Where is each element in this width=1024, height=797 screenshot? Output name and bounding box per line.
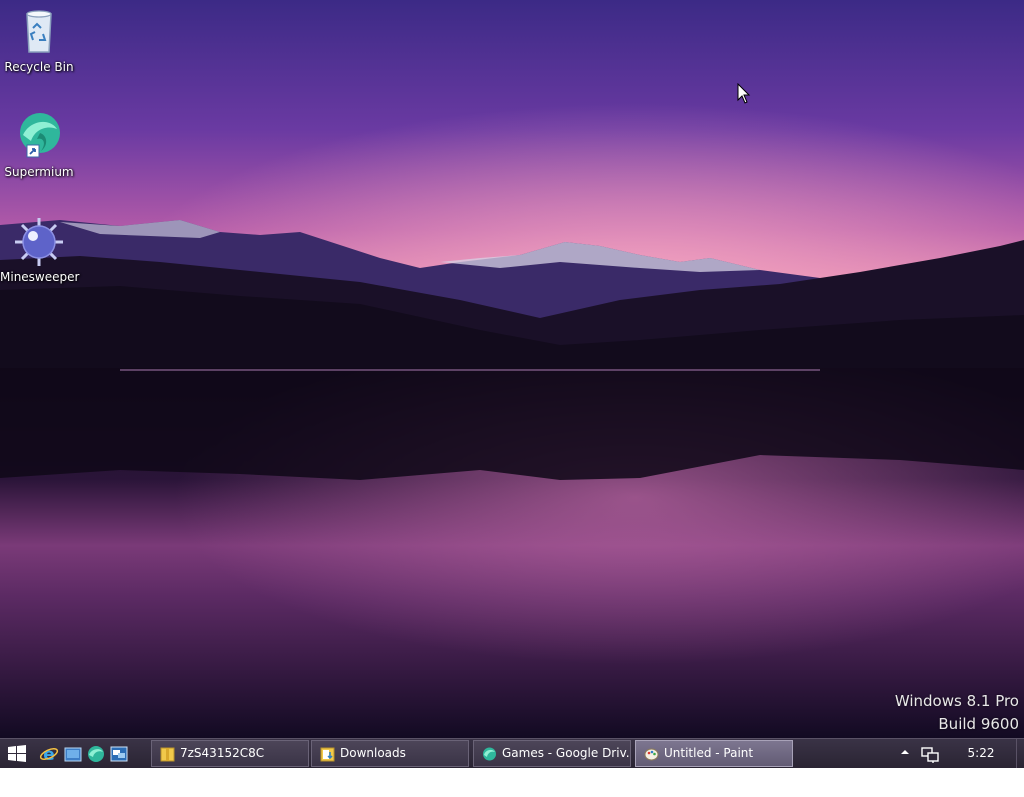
desktop-icon-label: Recycle Bin xyxy=(4,60,74,74)
internet-explorer-icon[interactable]: e xyxy=(39,744,59,764)
taskbar-button-untitled-paint[interactable]: Untitled - Paint xyxy=(635,740,793,767)
desktop[interactable]: Recycle Bin Supermium Minesweeper Window… xyxy=(0,0,1024,738)
supermium-icon xyxy=(20,113,60,158)
desktop-icon-recycle-bin[interactable]: Recycle Bin xyxy=(0,6,78,74)
taskbar-button-7zip-folder[interactable]: 7zS43152C8C xyxy=(151,740,309,767)
task-label: Games - Google Driv... xyxy=(502,746,631,760)
svg-text:e: e xyxy=(43,745,55,764)
paint-icon xyxy=(644,748,659,761)
windows-version-watermark: Windows 8.1 Pro Build 9600 xyxy=(895,690,1019,736)
folder-zip-icon xyxy=(160,747,175,762)
desktop-icon-minesweeper[interactable]: Minesweeper xyxy=(0,216,80,284)
window-switcher-icon[interactable] xyxy=(109,744,129,764)
desktop-icon-supermium[interactable]: Supermium xyxy=(0,111,78,179)
task-label: 7zS43152C8C xyxy=(180,746,265,760)
taskbar-button-downloads[interactable]: Downloads xyxy=(311,740,469,767)
taskbar-clock[interactable]: 5:22 PM xyxy=(958,739,1004,789)
windows-logo-icon xyxy=(8,745,26,762)
desktop-icon-label: Supermium xyxy=(4,165,74,179)
task-label: Downloads xyxy=(340,746,406,760)
show-desktop-button[interactable] xyxy=(1016,739,1024,768)
mouse-pointer-icon xyxy=(737,83,751,104)
desktop-icon-label: Minesweeper xyxy=(0,270,80,284)
chevron-up-icon[interactable] xyxy=(900,747,910,757)
show-desktop-icon[interactable] xyxy=(63,744,83,764)
taskbar[interactable]: e 7zS43152C8C Downloads Games - Google D… xyxy=(0,738,1024,789)
task-label: Untitled - Paint xyxy=(664,746,754,760)
watermark-build: Build 9600 xyxy=(938,715,1019,733)
folder-icon xyxy=(320,747,335,762)
taskbar-button-games-google-drive[interactable]: Games - Google Driv... xyxy=(473,740,631,767)
recycle-bin-icon xyxy=(26,10,52,53)
network-icon[interactable] xyxy=(921,745,939,763)
wallpaper-image xyxy=(0,0,1024,738)
start-button[interactable] xyxy=(6,744,28,764)
watermark-edition: Windows 8.1 Pro xyxy=(894,692,1019,710)
supermium-icon[interactable] xyxy=(86,744,106,764)
minesweeper-icon xyxy=(15,218,63,266)
supermium-icon xyxy=(483,747,496,761)
